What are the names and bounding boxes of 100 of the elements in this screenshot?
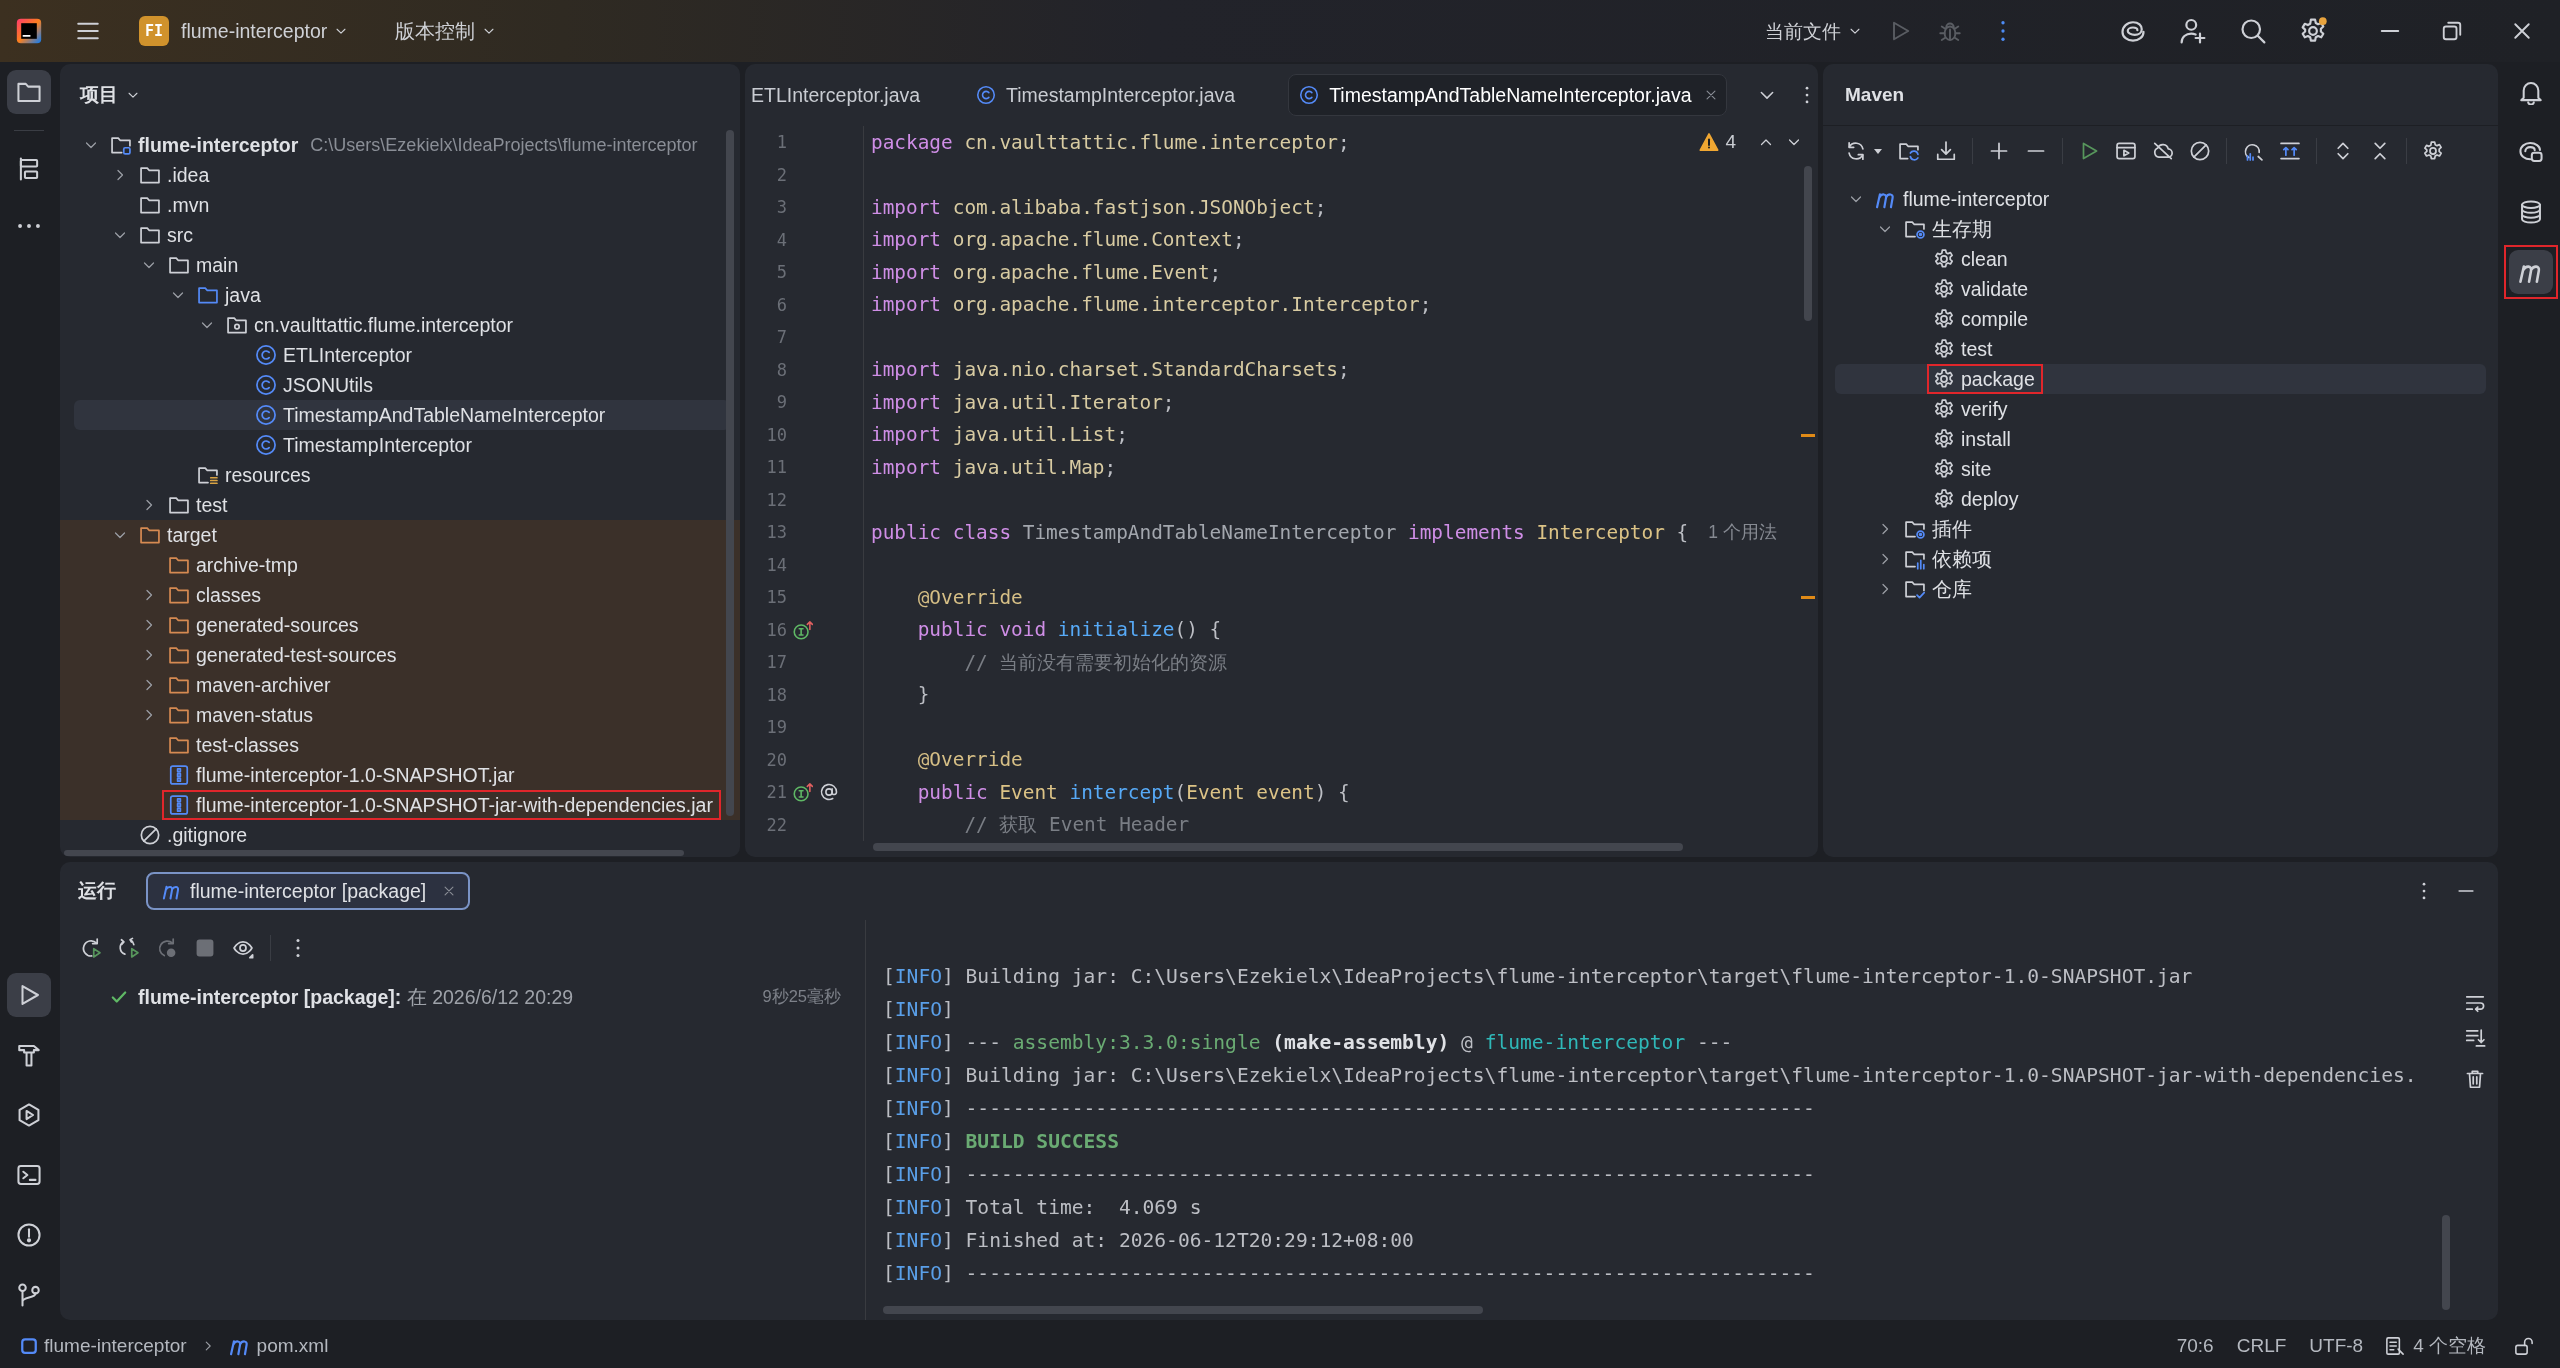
tree-item[interactable]: TimestampInterceptor [283, 433, 472, 457]
terminal-icon[interactable] [16, 1162, 42, 1188]
tree-item[interactable]: TimestampAndTableNameInterceptor [283, 403, 606, 427]
circle-arrow-icon[interactable] [793, 619, 813, 640]
tree-item[interactable]: 生存期 [1932, 215, 1992, 243]
slash-circle-icon[interactable] [2189, 140, 2211, 162]
tree-item[interactable]: .idea [167, 163, 210, 187]
run-config-dropdown[interactable]: 当前文件 [1765, 18, 1862, 44]
tree-item[interactable]: target [167, 523, 217, 547]
console-line: [INFO] Building jar: C:\Users\Ezekielx\IdeaProjects\flume-interceptor\target\flume-interceptor-1.0-SNAPSHOT.jar [883, 964, 2194, 990]
cloud-off-icon[interactable] [2152, 140, 2174, 162]
tree-item[interactable]: verify [1961, 397, 2008, 421]
editor-tab[interactable]: ETLInterceptor.java [750, 74, 938, 116]
scrollbar[interactable] [2442, 1215, 2450, 1310]
tree-item[interactable]: generated-test-sources [196, 643, 397, 667]
add-icon[interactable] [1988, 140, 2010, 162]
caret-position[interactable]: 70:6 [2176, 1335, 2214, 1357]
panel-title-dropdown[interactable]: 项目 [80, 82, 140, 108]
tree-item[interactable]: maven-status [196, 703, 314, 727]
at-sign-icon[interactable] [819, 782, 839, 803]
trash-icon[interactable] [2464, 1068, 2486, 1090]
tree-item[interactable]: test [1961, 337, 1993, 361]
tree-item[interactable]: compile [1961, 307, 2029, 331]
circle-arrow-icon[interactable] [793, 782, 813, 803]
rerun-icon[interactable] [80, 936, 102, 959]
tree-item[interactable]: src [167, 223, 193, 247]
folder-sync-icon[interactable] [1898, 140, 1920, 162]
tree-item[interactable]: .gitignore [167, 823, 248, 847]
bell-icon[interactable] [2518, 79, 2544, 105]
tree-item[interactable]: cn.vaulttattic.flume.interceptor [254, 313, 514, 337]
tree-item[interactable]: ETLInterceptor [283, 343, 412, 367]
refresh-dot-icon[interactable] [156, 936, 178, 959]
run-entry[interactable]: flume-interceptor [package]: 在 2026/6/12 20:29 [138, 983, 574, 1011]
hexagon-play-icon[interactable] [16, 1102, 42, 1128]
indentation[interactable]: 4 个空格 [2413, 1333, 2486, 1359]
scrollbar[interactable] [883, 1306, 1483, 1314]
arrows-icon[interactable] [2279, 140, 2301, 162]
tree-item[interactable]: classes [196, 583, 262, 607]
settings-icon[interactable] [2299, 17, 2327, 45]
scroll-to-end-icon[interactable] [2464, 1026, 2486, 1048]
tree-item[interactable]: flume-interceptor-1.0-SNAPSHOT-jar-with-dependencies.jar [196, 793, 713, 817]
vcs-dropdown[interactable]: 版本控制 [395, 17, 497, 45]
download-icon[interactable] [1935, 140, 1957, 162]
breadcrumb[interactable]: pom.xml [256, 1335, 329, 1357]
search-icon[interactable] [2239, 17, 2267, 45]
scrollbar[interactable] [64, 850, 684, 856]
line-number: 1 [775, 132, 787, 153]
sync-icon[interactable] [1845, 140, 1867, 162]
tree-item[interactable]: JSONUtils [283, 373, 373, 397]
encoding[interactable]: UTF-8 [2309, 1335, 2364, 1357]
tree-item[interactable]: test-classes [196, 733, 299, 757]
run-tab[interactable]: flume-interceptor [package] [146, 872, 471, 910]
database-icon[interactable] [2518, 199, 2544, 225]
tree-item[interactable]: resources [225, 463, 311, 487]
scrollbar[interactable] [1804, 166, 1812, 321]
breadcrumb[interactable]: flume-interceptor [44, 1335, 187, 1357]
class-icon [976, 85, 997, 105]
tree-item[interactable]: deploy [1961, 487, 2019, 511]
scrollbar[interactable] [726, 130, 734, 816]
dropdown-icon[interactable] [1873, 147, 1883, 155]
scrollbar[interactable] [873, 843, 1683, 851]
tree-item[interactable]: 插件 [1932, 515, 1972, 543]
tree-item[interactable]: 依赖项 [1932, 545, 1992, 573]
arrows-play-icon[interactable] [118, 936, 140, 959]
window-play-icon[interactable] [2115, 140, 2137, 162]
tree-item[interactable]: generated-sources [196, 613, 359, 637]
tree-item[interactable]: flume-interceptor-1.0-SNAPSHOT.jar [196, 763, 515, 787]
tree-item[interactable]: clean [1961, 247, 2008, 271]
tree-item[interactable]: maven-archiver [196, 673, 331, 697]
restore-icon[interactable] [2440, 19, 2464, 43]
editor-tab[interactable]: TimestampAndTableNameInterceptor.java [1288, 74, 1727, 116]
tree-item[interactable]: test [196, 493, 228, 517]
app-logo-icon[interactable] [16, 18, 42, 44]
exclamation-circle-icon[interactable] [16, 1222, 42, 1248]
warning-count[interactable]: 4 [1725, 131, 1736, 153]
add-user-icon[interactable] [2179, 17, 2207, 45]
line-number: 3 [775, 197, 787, 218]
tree-item[interactable]: install [1961, 427, 2011, 451]
tree-item[interactable]: flume-interceptor [138, 133, 299, 157]
gear-folder-icon [1904, 218, 1926, 240]
line-separator[interactable]: CRLF [2236, 1335, 2287, 1357]
chat-icon[interactable] [2518, 139, 2544, 165]
tree-item[interactable]: flume-interceptor [1903, 187, 2050, 211]
tree-item[interactable]: site [1961, 457, 1992, 481]
tree-item[interactable]: package [1961, 367, 2035, 391]
editor-tab[interactable]: TimestampInterceptor.java [959, 74, 1253, 116]
run-icon[interactable] [7, 973, 51, 1017]
folder-icon[interactable] [7, 70, 51, 114]
tree-item[interactable]: .mvn [167, 193, 210, 217]
tree-item[interactable]: 仓库 [1932, 575, 1972, 603]
branch-icon[interactable] [16, 1282, 42, 1308]
hammer-icon[interactable] [16, 1042, 42, 1068]
tree-item[interactable]: main [196, 253, 239, 277]
unlocked-icon[interactable] [2514, 1336, 2534, 1356]
project-dropdown[interactable]: flume-interceptor [181, 19, 349, 43]
settings-icon[interactable] [2422, 140, 2444, 162]
tree-item[interactable]: archive-tmp [196, 553, 298, 577]
tree-item[interactable]: java [225, 283, 261, 307]
tree-item[interactable]: validate [1961, 277, 2029, 301]
usage-hint[interactable]: 1 个用法 [1708, 520, 1777, 545]
